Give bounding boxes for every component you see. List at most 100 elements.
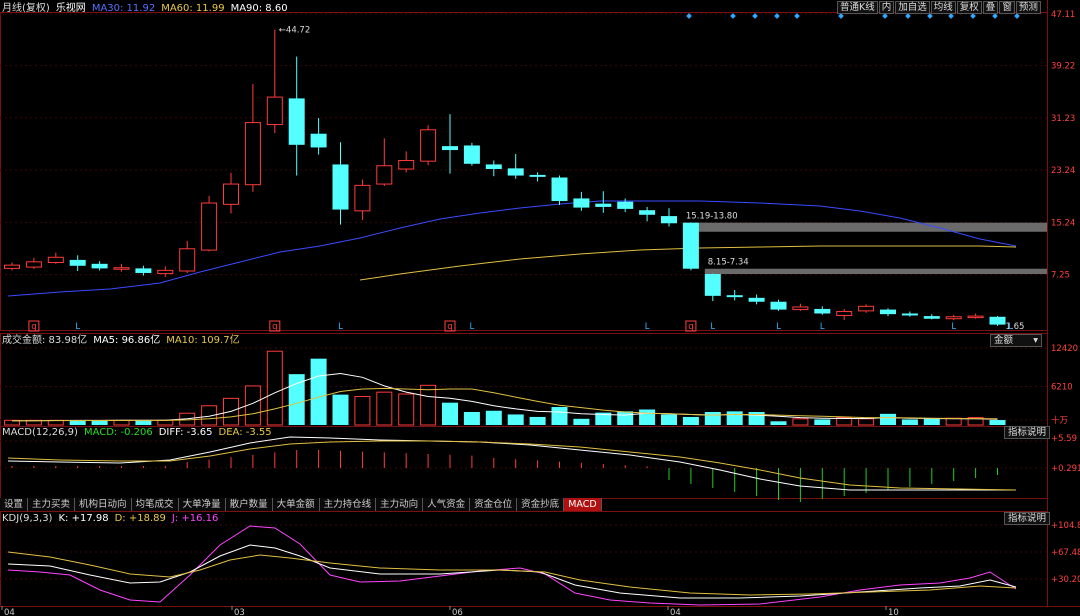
tab-fund-bottom[interactable]: 资金抄底 xyxy=(517,498,565,511)
candle-body-down xyxy=(595,203,612,207)
stock-name: 乐视网 xyxy=(55,3,86,14)
candle-body-down xyxy=(442,146,458,151)
candle-body-down xyxy=(288,98,305,145)
signal-marker: L xyxy=(645,322,650,332)
tab-big-order-amount[interactable]: 大单金额 xyxy=(272,498,320,511)
kline-type-button[interactable]: 普通K线 xyxy=(837,1,878,14)
macd-legend: MACD(12,26,9) MACD: -0.206 DIFF: -3.65 DEA:… xyxy=(2,427,278,439)
volume-ma10-line xyxy=(12,387,998,422)
gap-label: 15.19-13.80 xyxy=(686,212,738,222)
diff-line xyxy=(7,436,1016,491)
indicator-tabs: 设置 主力买卖 机构日动向 均笔成交 大单净量 散户数量 大单金额 主力持仓线 … xyxy=(0,498,602,511)
forecast-button[interactable]: 预测 xyxy=(1015,1,1041,14)
volume-bar-down xyxy=(485,410,502,425)
event-diamond-icon xyxy=(948,13,954,19)
signal-marker: q xyxy=(31,322,36,332)
signal-marker: L xyxy=(338,322,343,332)
candle-body-up xyxy=(201,202,218,251)
inner-button[interactable]: 内 xyxy=(878,1,895,14)
volume-bar-down xyxy=(135,420,152,425)
tab-main-trend[interactable]: 主力动向 xyxy=(376,498,424,511)
volume-tick-label: 6210 xyxy=(1051,383,1073,393)
tab-big-order-net[interactable]: 大单净量 xyxy=(178,498,226,511)
time-axis-label: 03 xyxy=(234,608,245,616)
volume-tick-label: 十万 xyxy=(1051,415,1068,426)
macd-tick-label: +5.59 xyxy=(1051,434,1077,444)
volume-bar-down xyxy=(726,411,743,425)
signal-marker: L xyxy=(75,322,80,332)
volume-bar-down xyxy=(814,419,831,425)
candle-body-down xyxy=(814,308,831,314)
candle-body-down xyxy=(69,259,86,266)
tab-settings[interactable]: 设置 xyxy=(0,498,29,511)
volume-bar-down xyxy=(682,416,699,425)
candle-body-up xyxy=(179,248,196,272)
j-value: J: +16.16 xyxy=(171,513,219,524)
time-axis-label: 04 xyxy=(670,608,681,616)
kdj-tick-label: +104.8 xyxy=(1051,521,1080,531)
tab-institution[interactable]: 机构日动向 xyxy=(75,498,132,511)
tab-main-buy-sell[interactable]: 主力买卖 xyxy=(28,498,76,511)
tab-macd[interactable]: MACD xyxy=(564,498,602,511)
price-tick-label: 39.22 xyxy=(1051,62,1075,72)
candle-body-down xyxy=(901,313,918,316)
macd-tick-label: +0.291 xyxy=(1051,464,1080,474)
signal-marker: L xyxy=(820,322,825,332)
signal-marker: q xyxy=(447,322,452,332)
window-button[interactable]: 窗 xyxy=(999,1,1015,14)
time-axis-label: 10 xyxy=(888,608,899,616)
volume-bar-down xyxy=(901,419,918,425)
add-watchlist-button[interactable]: 加自选 xyxy=(895,1,930,14)
candle-body-up xyxy=(945,316,962,320)
volume-bar-up xyxy=(266,350,283,426)
candle-body-up xyxy=(354,184,371,212)
macd-help-button[interactable]: 指标说明 xyxy=(1004,426,1051,439)
candle-body-up xyxy=(836,311,853,316)
candle-body-up xyxy=(376,165,393,185)
macd-title: MACD(12,26,9) xyxy=(2,427,78,438)
price-legend: 月线(复权) 乐视网 MA30: 11.92 MA60: 11.99 MA90: 8.6… xyxy=(2,3,294,15)
tab-avg-trade[interactable]: 均笔成交 xyxy=(131,498,179,511)
candle-body-up xyxy=(223,183,239,205)
candle-body-down xyxy=(463,145,480,164)
volume-bar-down xyxy=(880,413,896,425)
candle-body-down xyxy=(529,174,546,177)
volume-bar-down xyxy=(989,420,1006,425)
volume-bar-up xyxy=(157,419,174,426)
volume-ma10-legend: MA10: 109.7亿 xyxy=(166,335,240,346)
candle-body-down xyxy=(748,297,765,302)
tab-retail-count[interactable]: 散户数量 xyxy=(225,498,273,511)
kdj-tick-label: +67.48 xyxy=(1051,548,1080,558)
volume-bar-down xyxy=(704,411,721,425)
volume-bar-up xyxy=(354,395,371,426)
volume-type-value: 金额 xyxy=(994,335,1014,346)
signal-marker: L xyxy=(776,322,781,332)
j-line xyxy=(7,525,1017,606)
candle-body-down xyxy=(989,316,1006,325)
volume-bar-down xyxy=(639,409,656,425)
tab-main-position[interactable]: 主力持仓线 xyxy=(319,498,377,511)
ma-button[interactable]: 均线 xyxy=(930,1,956,14)
period-title[interactable]: 月线(复权) xyxy=(2,3,50,14)
volume-bar-down xyxy=(442,402,458,425)
volume-type-select[interactable]: 金额 ▾ xyxy=(990,334,1042,347)
candle-body-down xyxy=(573,198,590,208)
tab-fund-position[interactable]: 资金仓位 xyxy=(470,498,518,511)
tab-popularity[interactable]: 人气资金 xyxy=(423,498,471,511)
ma30-line xyxy=(7,200,1017,297)
time-axis-label: 06 xyxy=(452,608,463,616)
price-tick-label: 15.24 xyxy=(1051,218,1075,228)
price-tick-label: 7.25 xyxy=(1051,271,1070,281)
ma60-legend: MA60: 11.99 xyxy=(161,3,225,14)
kdj-help-button[interactable]: 指标说明 xyxy=(1004,512,1051,525)
dea-value: DEA: -3.55 xyxy=(218,427,272,438)
overlay-button[interactable]: 叠 xyxy=(982,1,999,14)
volume-bar-down xyxy=(529,416,546,425)
volume-bar-down xyxy=(332,394,349,425)
adjust-button[interactable]: 复权 xyxy=(956,1,982,14)
candle-body-down xyxy=(332,164,349,210)
volume-bar-up xyxy=(792,418,809,426)
event-diamond-icon xyxy=(838,13,844,19)
candle-body-up xyxy=(967,315,984,319)
candle-body-down xyxy=(726,295,743,298)
